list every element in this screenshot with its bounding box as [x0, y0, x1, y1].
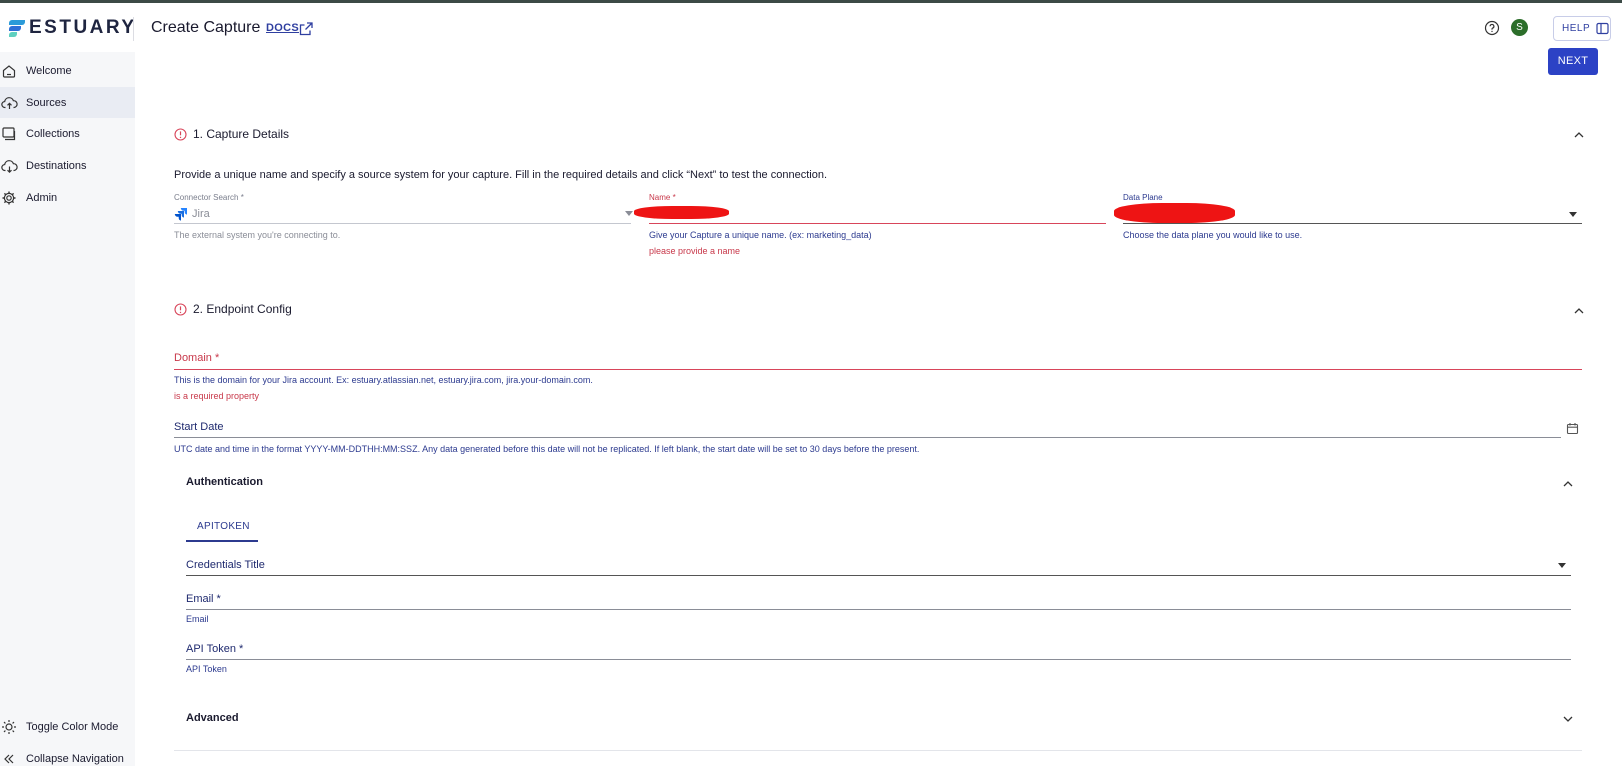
sidebar-item-label: Admin — [26, 191, 58, 204]
api-token-helper: API Token — [186, 664, 227, 674]
sun-icon — [2, 719, 16, 734]
tab-active-indicator — [186, 540, 258, 542]
start-date-input[interactable] — [174, 419, 1561, 437]
data-plane-label: Data Plane — [1123, 193, 1163, 202]
credentials-title-underline — [186, 575, 1571, 576]
page-title: Create Capture — [151, 19, 261, 36]
logo-mark-icon — [9, 19, 25, 37]
sidebar-nav: Welcome Sources Collections Destinations — [0, 52, 135, 766]
jira-logo-icon — [174, 208, 187, 221]
top-bar: ESTUARY Create Capture DOCS S HELP — [0, 0, 1622, 52]
sidebar-item-welcome[interactable]: Welcome — [0, 55, 135, 86]
data-plane-select[interactable] — [1123, 204, 1582, 222]
advanced-divider — [174, 750, 1582, 751]
help-button-label: HELP — [1562, 23, 1591, 34]
start-date-helper: UTC date and time in the format YYYY-MM-… — [174, 444, 920, 454]
calendar-icon[interactable] — [1566, 422, 1579, 435]
connector-search-label: Connector Search * — [174, 193, 244, 202]
gear-icon — [2, 191, 16, 204]
name-input[interactable] — [649, 204, 1106, 222]
sidebar-item-collections[interactable]: Collections — [0, 118, 135, 149]
data-plane-underline — [1123, 223, 1582, 224]
cloud-download-icon — [1, 159, 18, 173]
sidebar-item-label: Sources — [26, 96, 67, 109]
dropdown-arrow-icon[interactable] — [1558, 563, 1566, 568]
connector-underline — [174, 223, 631, 224]
endpoint-config-title: 2. Endpoint Config — [193, 302, 292, 316]
credentials-title-select[interactable] — [186, 557, 1571, 575]
name-helper: Give your Capture a unique name. (ex: ma… — [649, 230, 872, 240]
error-circle-icon — [174, 302, 187, 316]
toggle-color-mode[interactable]: Toggle Color Mode — [0, 711, 135, 742]
domain-error: is a required property — [174, 391, 260, 401]
capture-details-header[interactable]: 1. Capture Details — [174, 127, 289, 141]
api-token-input[interactable] — [186, 641, 1571, 659]
help-circle-icon[interactable] — [1484, 20, 1500, 36]
connector-helper: The external system you're connecting to… — [174, 230, 341, 240]
dropdown-arrow-icon[interactable] — [625, 211, 633, 216]
double-chevron-left-icon — [4, 754, 14, 763]
sidebar-item-admin[interactable]: Admin — [0, 182, 135, 213]
docs-link[interactable]: DOCS — [266, 22, 299, 34]
cloud-upload-icon — [1, 96, 18, 109]
chevron-up-icon[interactable] — [1562, 479, 1574, 489]
sidebar-item-sources[interactable]: Sources — [0, 87, 135, 118]
advanced-title[interactable]: Advanced — [186, 712, 239, 724]
collapse-navigation-label: Collapse Navigation — [26, 752, 124, 765]
domain-helper: This is the domain for your Jira account… — [174, 375, 593, 385]
data-plane-helper: Choose the data plane you would like to … — [1123, 230, 1303, 240]
start-date-underline — [174, 437, 1561, 438]
estuary-logo[interactable]: ESTUARY — [9, 17, 137, 39]
endpoint-config-header[interactable]: 2. Endpoint Config — [174, 302, 292, 316]
toggle-color-mode-label: Toggle Color Mode — [26, 720, 119, 733]
main-content: NEXT 1. Capture Details Provide a unique… — [135, 48, 1622, 766]
sidebar-item-label: Destinations — [26, 159, 87, 172]
email-input[interactable] — [186, 591, 1571, 609]
dropdown-arrow-icon[interactable] — [1569, 212, 1577, 217]
chevron-down-icon[interactable] — [1562, 714, 1574, 724]
authentication-title[interactable]: Authentication — [186, 476, 263, 488]
header-divider — [133, 17, 134, 41]
name-label: Name * — [649, 193, 676, 202]
capture-details-title: 1. Capture Details — [193, 127, 290, 141]
capture-details-description: Provide a unique name and specify a sour… — [174, 169, 827, 181]
connector-search-input[interactable]: Jira — [192, 208, 210, 220]
domain-input[interactable] — [174, 350, 1582, 368]
sidebar-item-destinations[interactable]: Destinations — [0, 150, 135, 181]
user-avatar[interactable]: S — [1511, 19, 1528, 36]
api-token-underline — [186, 659, 1571, 660]
chevron-up-icon[interactable] — [1573, 306, 1585, 316]
domain-underline — [174, 369, 1582, 370]
external-link-icon[interactable] — [299, 22, 313, 36]
logo-text: ESTUARY — [29, 17, 137, 38]
error-circle-icon — [174, 127, 187, 141]
chevron-up-icon[interactable] — [1573, 130, 1585, 140]
collections-icon — [2, 126, 16, 140]
sidebar-item-label: Collections — [26, 127, 80, 140]
name-underline — [649, 223, 1106, 224]
sidebar-item-label: Welcome — [26, 64, 72, 77]
email-helper: Email — [186, 614, 209, 624]
home-icon — [2, 64, 16, 78]
help-button[interactable]: HELP — [1553, 16, 1611, 41]
name-error: please provide a name — [649, 246, 741, 256]
next-button[interactable]: NEXT — [1548, 48, 1598, 75]
app-root: ESTUARY Create Capture DOCS S HELP Welco… — [0, 0, 1622, 766]
tab-apitoken[interactable]: APITOKEN — [197, 521, 250, 532]
collapse-navigation[interactable]: Collapse Navigation — [0, 743, 135, 766]
email-underline — [186, 609, 1571, 610]
side-panel-icon — [1596, 22, 1609, 35]
